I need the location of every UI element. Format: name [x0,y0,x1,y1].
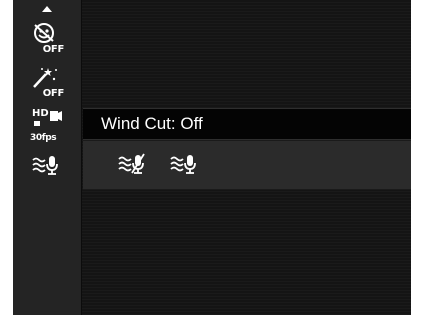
menu-title-bar: Wind Cut: Off [83,108,411,140]
face-detection-off-icon: OFF [30,21,64,55]
wind-mic-icon [32,156,58,175]
sidebar-item-wind-cut[interactable] [13,148,81,182]
option-wind-cut-off[interactable] [169,151,199,177]
menu-title: Wind Cut: Off [101,114,203,133]
movie-hd-icon: HD 30fps [30,109,64,143]
sidebar-item-movie-size[interactable]: HD 30fps [13,106,81,146]
scroll-up-icon[interactable] [13,3,81,15]
fps-label: 30fps [30,133,57,143]
sidebar-item-face-detection[interactable]: OFF [13,18,81,58]
wind-cut-off-icon [170,155,196,174]
camera-screen: OFF OFF HD 30fps Wind Cut: Off [13,0,411,315]
settings-sidebar: OFF OFF HD 30fps [13,0,82,315]
wind-cut-on-icon [118,153,145,174]
face-off-badge: OFF [42,44,65,55]
option-wind-cut-on[interactable] [117,151,147,177]
sidebar-item-effect[interactable]: OFF [13,62,81,102]
options-panel [83,141,411,190]
magic-wand-off-icon: OFF [30,65,64,99]
effect-off-badge: OFF [42,88,65,99]
